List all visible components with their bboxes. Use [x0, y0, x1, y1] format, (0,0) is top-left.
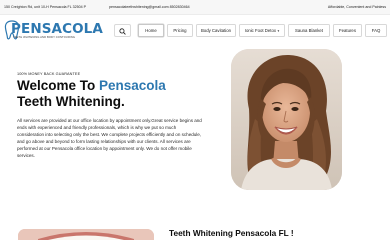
hero-title-line2: Teeth Whitening. [17, 94, 125, 109]
smile-closeup-photo [18, 229, 154, 240]
section-title: Teeth Whitening Pensacola FL ! [169, 228, 294, 238]
nav-pricing-label: Pricing [173, 28, 187, 33]
portrait-illustration [231, 49, 342, 190]
nav-faq-label: FAQ [371, 28, 381, 33]
nav-faq[interactable]: FAQ [365, 24, 387, 37]
site-logo[interactable]: PENSACOLA TEETH WHITENING AND BODY CONTO… [4, 20, 103, 42]
tagline-text: Affordable, Convenient and Painless [327, 5, 386, 9]
logo-wordmark: PENSACOLA [11, 21, 103, 37]
hero-woman-photo [231, 49, 342, 190]
logo-subtitle: TEETH WHITENING AND BODY CONTOURING [13, 36, 76, 39]
nav-ionic-foot-detox-label: Ionic Foot Detox [244, 28, 277, 33]
chevron-down-icon: ▾ [277, 28, 280, 33]
search-icon [119, 27, 126, 35]
nav-features[interactable]: Features [333, 24, 362, 37]
top-info-bar: 150 Creighton Rd, unit 10-H Pensacola FL… [0, 0, 390, 15]
nav-features-label: Features [339, 28, 356, 33]
nav-body-cavitation-label: Body Cavitation [200, 28, 232, 33]
nav-body-cavitation[interactable]: Body Cavitation [196, 24, 236, 37]
nav-ionic-foot-detox[interactable]: Ionic Foot Detox ▾ [239, 24, 285, 37]
nav-home[interactable]: Home [138, 24, 164, 37]
site-header: PENSACOLA TEETH WHITENING AND BODY CONTO… [0, 15, 390, 51]
hero-title-accent: Pensacola [99, 78, 166, 93]
address-text: 150 Creighton Rd, unit 10-H Pensacola FL… [4, 5, 86, 9]
contact-text[interactable]: pensacolateethwhitening@gmail.com 850283… [109, 5, 190, 9]
smile-illustration [18, 229, 154, 240]
nav-home-label: Home [145, 28, 157, 33]
nav-sauna-blanket-label: Sauna Blanket [295, 28, 323, 33]
guarantee-eyebrow: 100% MONEY BACK GUARANTEE [17, 72, 81, 76]
nav-pricing[interactable]: Pricing [167, 24, 193, 37]
nav-sauna-blanket[interactable]: Sauna Blanket [288, 24, 330, 37]
hero-title-prefix: Welcome To [17, 78, 100, 93]
hero-description: All services are provided at our office … [17, 118, 202, 158]
search-button[interactable] [114, 24, 131, 37]
hero-title: Welcome To Pensacola Teeth Whitening. [17, 78, 227, 110]
